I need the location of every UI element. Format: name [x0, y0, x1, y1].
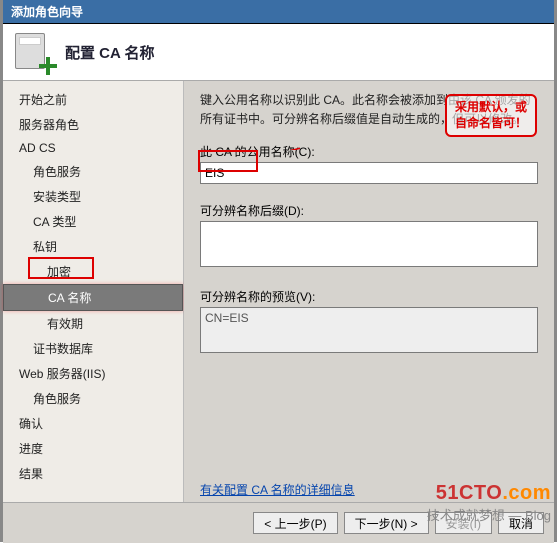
wizard-footer: < 上一步(P) 下一步(N) > 安装(I) 取消	[3, 502, 554, 543]
content-panel: 键入公用名称以识别此 CA。此名称会被添加到由该 CA 颁发的所有证书中。可分辨…	[184, 81, 554, 502]
wizard-header: 配置 CA 名称	[3, 24, 554, 81]
sidebar-item[interactable]: 结果	[3, 461, 183, 486]
sidebar-item[interactable]: 安装类型	[3, 184, 183, 209]
sidebar-item[interactable]: 证书数据库	[3, 336, 183, 361]
preview-output: CN=EIS	[200, 307, 538, 353]
sidebar-item[interactable]: CA 名称	[3, 284, 183, 311]
suffix-label: 可分辨名称后缀(D):	[200, 202, 538, 219]
sidebar-item[interactable]: 开始之前	[3, 87, 183, 112]
next-button[interactable]: 下一步(N) >	[344, 512, 429, 534]
wizard-steps-sidebar: 开始之前服务器角色AD CS角色服务安装类型CA 类型私钥加密CA 名称有效期证…	[3, 81, 184, 502]
preview-label: 可分辨名称的预览(V):	[200, 288, 538, 305]
sidebar-item[interactable]: 角色服务	[3, 159, 183, 184]
annotation-callout: 采用默认，或 自命名皆可！	[445, 94, 537, 137]
sidebar-item[interactable]: CA 类型	[3, 209, 183, 234]
sidebar-item[interactable]: Web 服务器(IIS)	[3, 361, 183, 386]
sidebar-item[interactable]: 有效期	[3, 311, 183, 336]
page-title: 配置 CA 名称	[65, 42, 154, 63]
sidebar-item[interactable]: 进度	[3, 436, 183, 461]
sidebar-item[interactable]: 角色服务	[3, 386, 183, 411]
suffix-input[interactable]	[200, 221, 538, 267]
sidebar-item[interactable]: AD CS	[3, 137, 183, 159]
help-link[interactable]: 有关配置 CA 名称的详细信息	[200, 481, 355, 498]
sidebar-item[interactable]: 私钥	[3, 234, 183, 259]
prev-button[interactable]: < 上一步(P)	[253, 512, 337, 534]
server-plus-icon	[13, 31, 55, 73]
sidebar-item[interactable]: 加密	[3, 259, 183, 284]
sidebar-item[interactable]: 服务器角色	[3, 112, 183, 137]
common-name-input[interactable]	[200, 162, 538, 184]
window-title: 添加角色向导	[3, 0, 554, 24]
install-button[interactable]: 安装(I)	[435, 512, 492, 534]
sidebar-item[interactable]: 确认	[3, 411, 183, 436]
cancel-button[interactable]: 取消	[498, 512, 544, 534]
common-name-label: 此 CA 的公用名称(C):	[200, 143, 538, 160]
